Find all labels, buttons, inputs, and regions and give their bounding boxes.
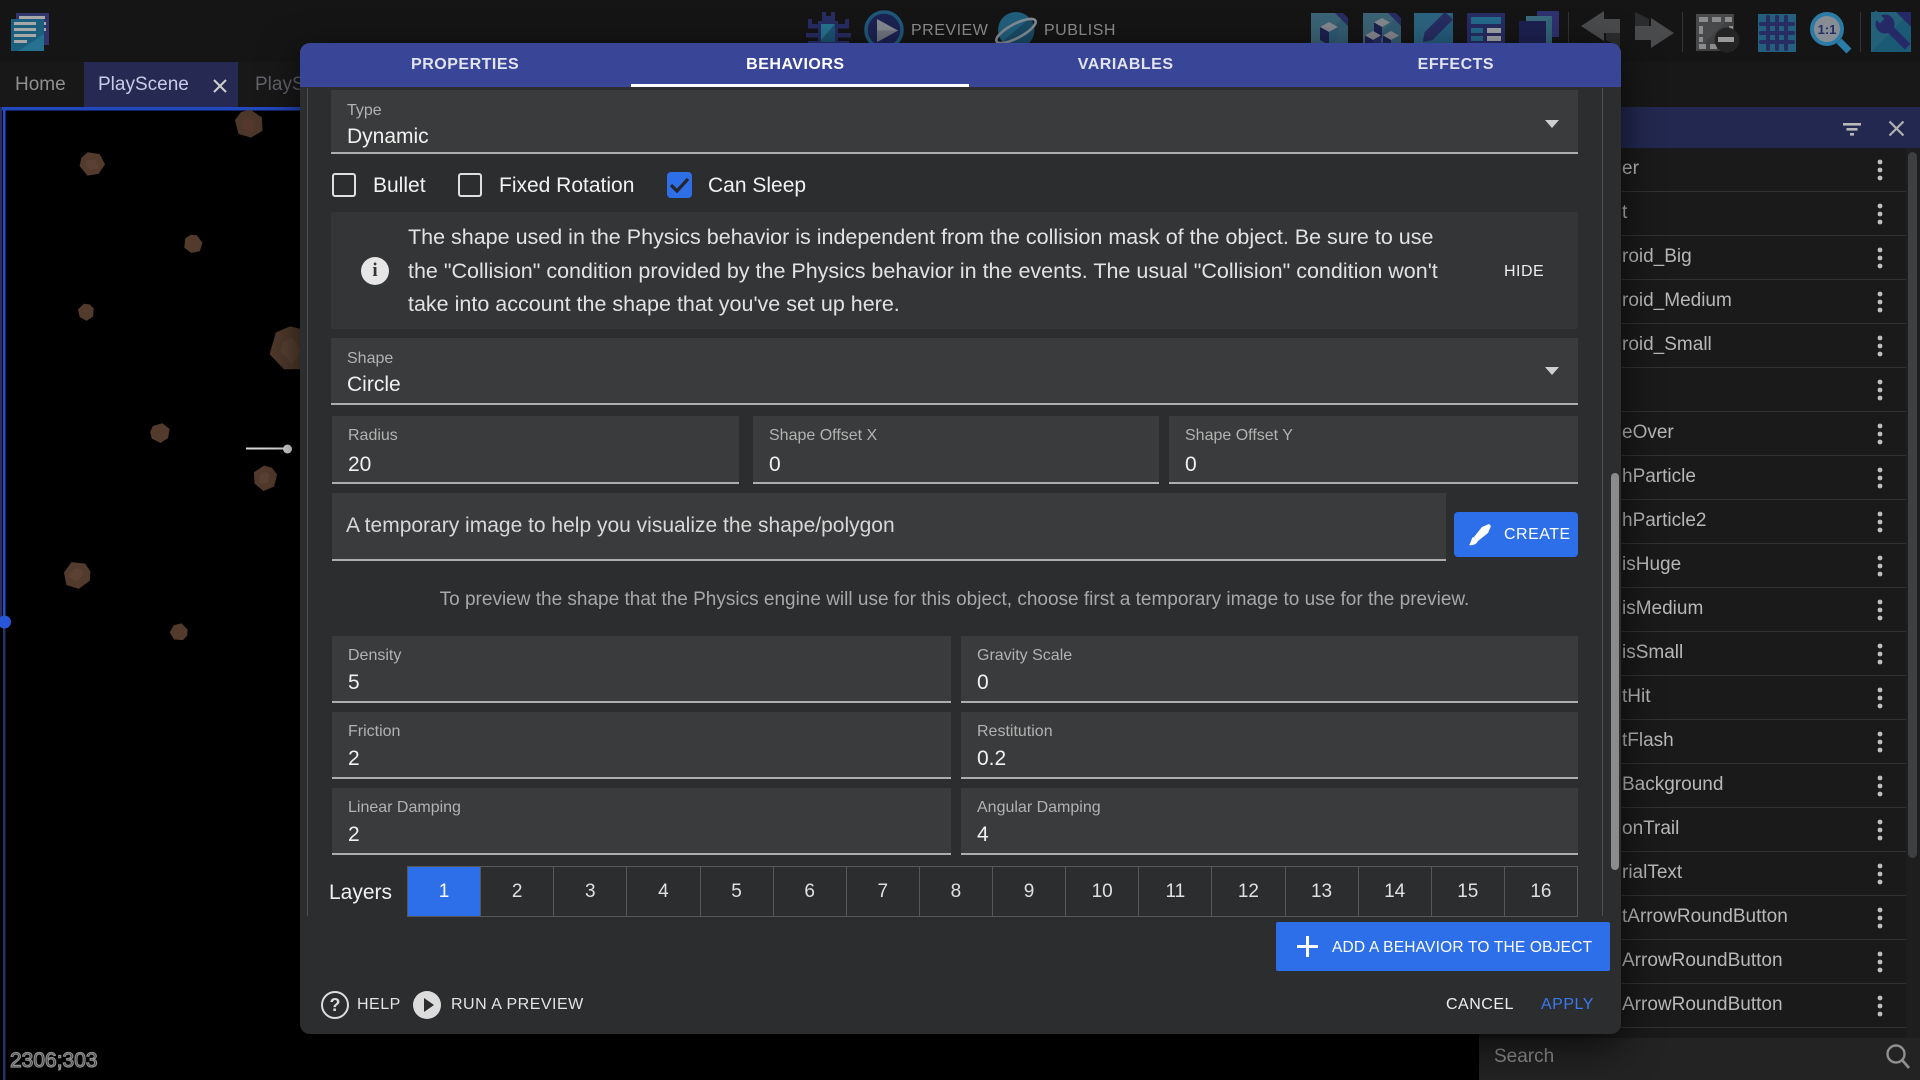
svg-text:1:1: 1:1 bbox=[1818, 22, 1837, 37]
